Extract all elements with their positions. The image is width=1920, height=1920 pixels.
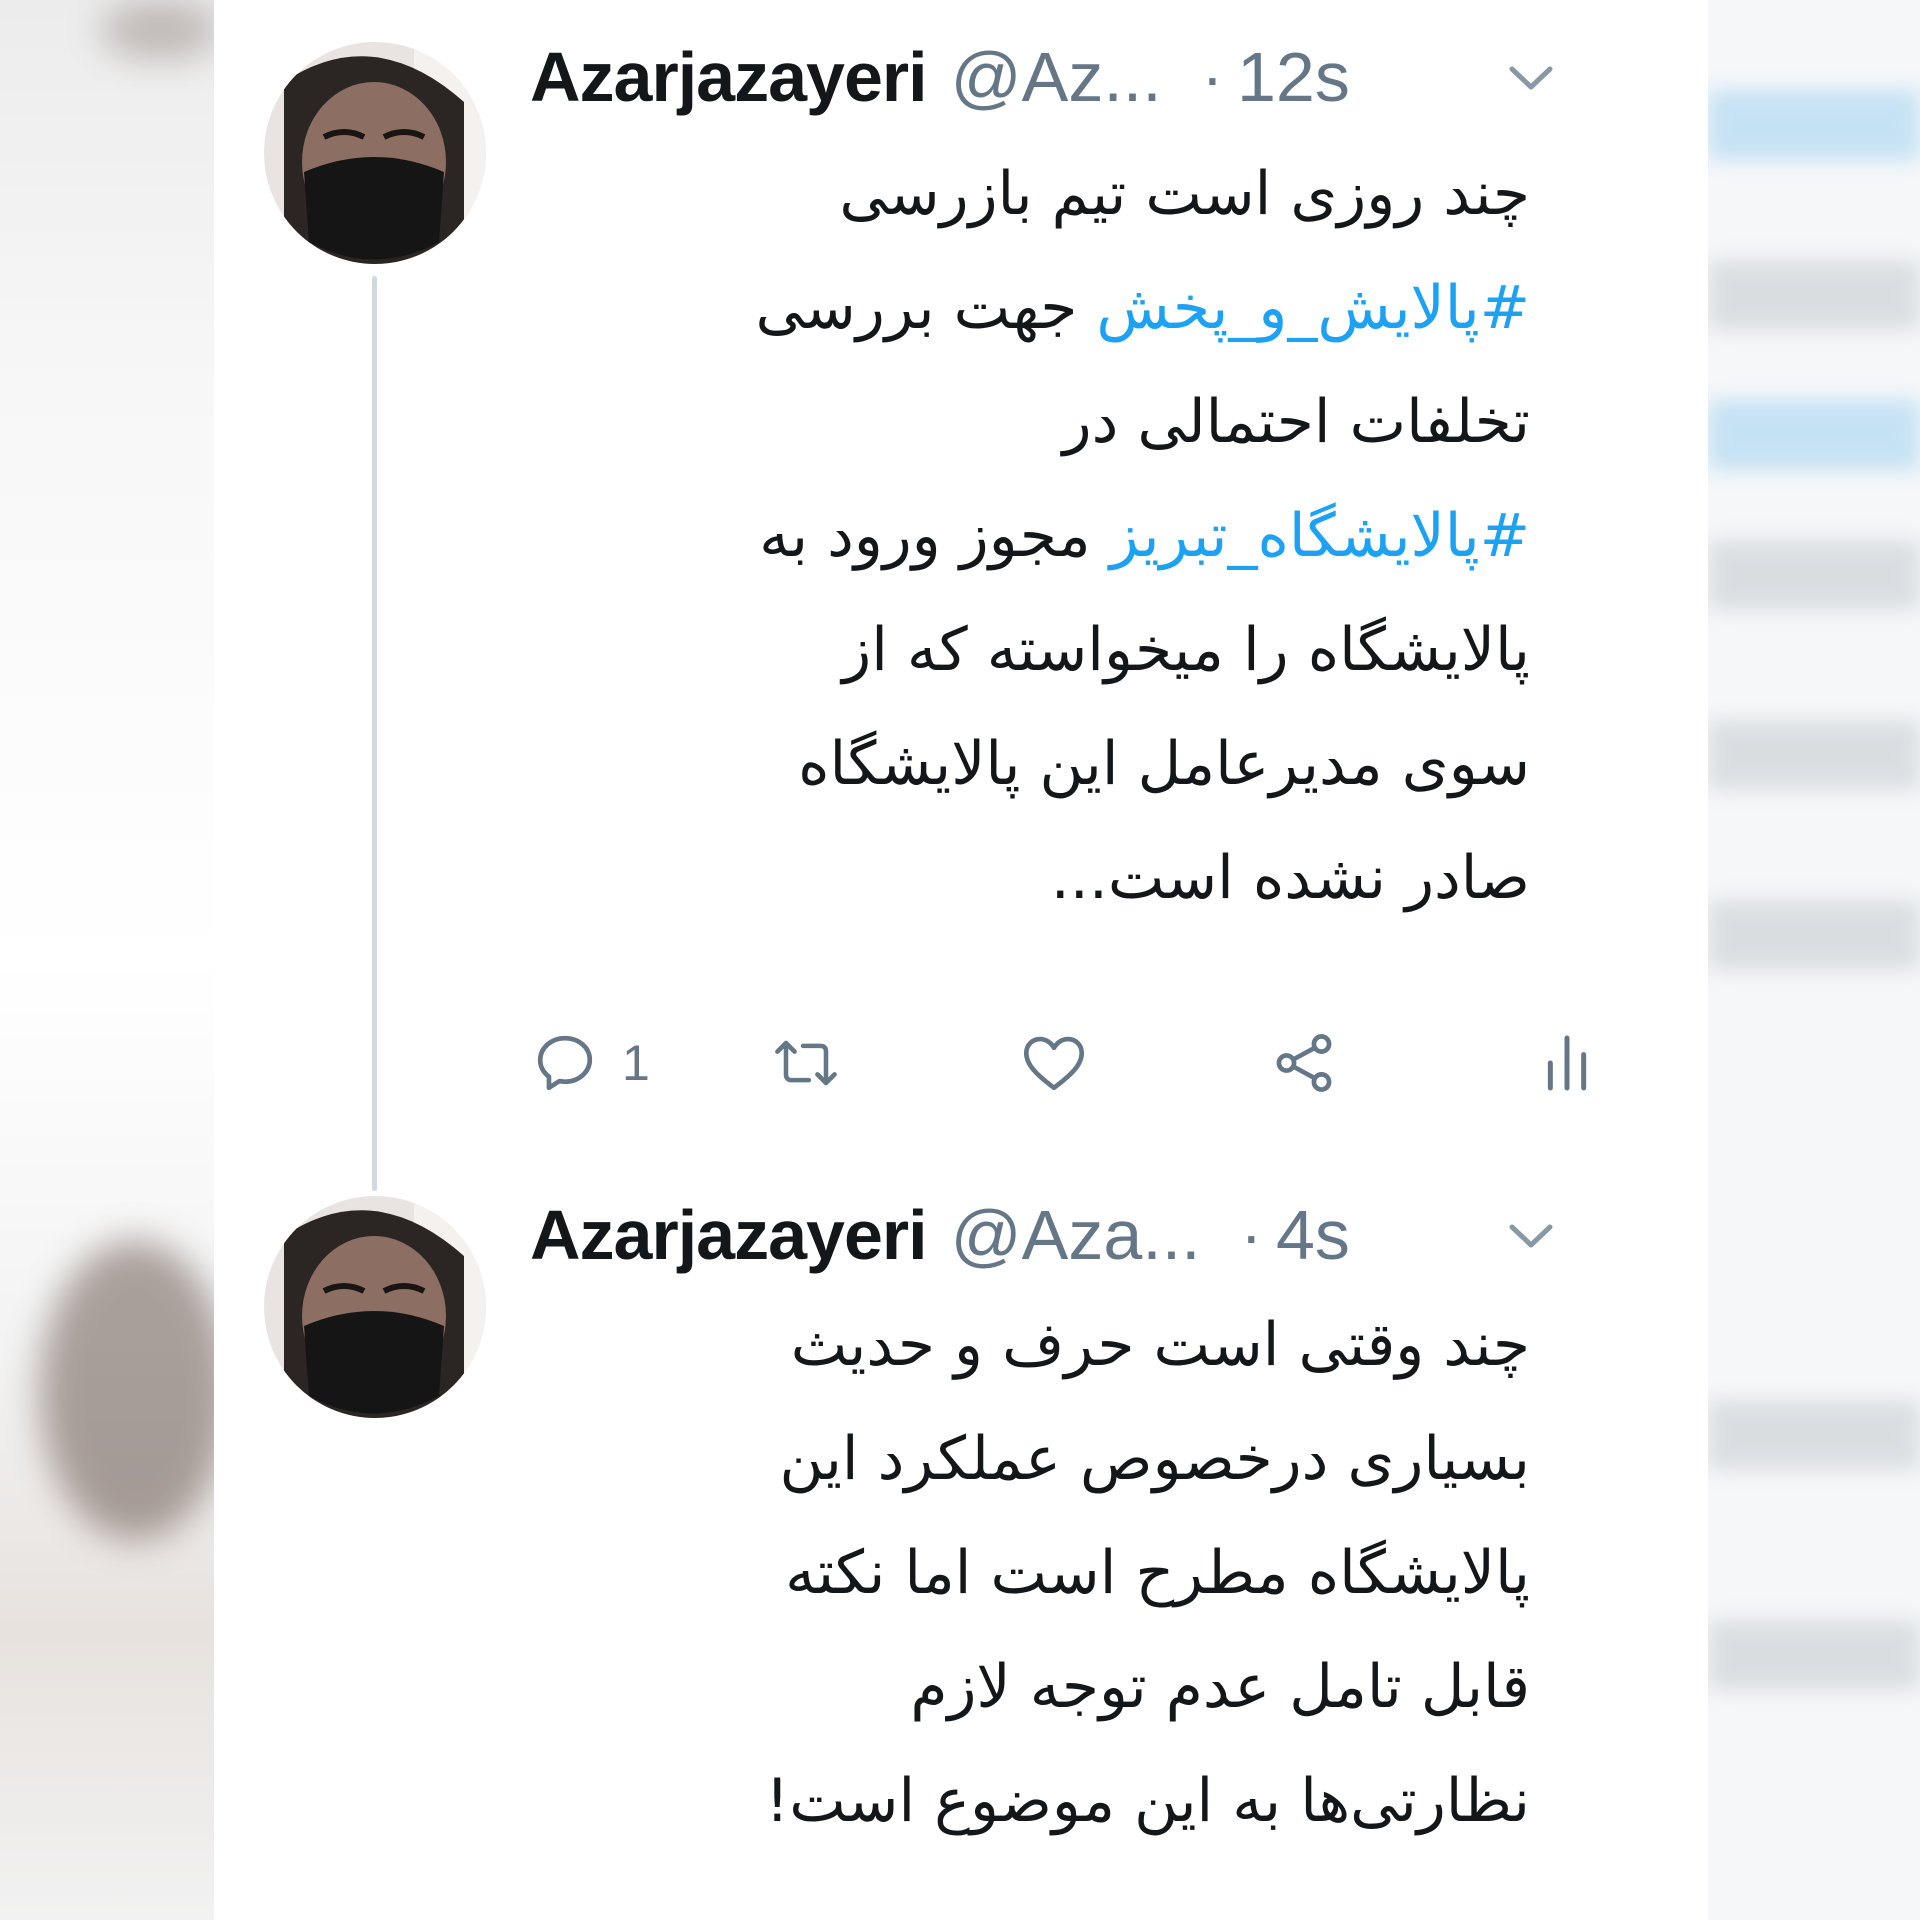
user-handle[interactable]: @Aza...: [951, 1195, 1201, 1275]
display-name[interactable]: Azarjazayeri: [530, 1195, 928, 1275]
reply-button[interactable]: 1: [530, 1023, 650, 1103]
blurred-band: [1708, 260, 1920, 330]
blurred-background-left: [0, 0, 230, 1920]
tweet-text-segment: نظارتی‌ها به این موضوع است!: [765, 1766, 1530, 1836]
reply-icon: [537, 1035, 593, 1091]
hashtag-link[interactable]: #پالایشگاه_تبریز: [1110, 501, 1530, 571]
tweet-text-line: چند وقتی است حرف و حدیث: [530, 1288, 1530, 1402]
reply-count: 1: [622, 1035, 650, 1091]
blurred-shape: [100, 0, 220, 60]
tweet-text-segment: تخلفات احتمالی در: [1062, 387, 1530, 457]
blurred-band: [1708, 900, 1920, 970]
tweet-text: چند روزی است تیم بازرسی #پالایش_و_پخش جهت…: [530, 137, 1530, 935]
retweet-icon: [775, 1040, 837, 1086]
avatar[interactable]: [264, 42, 486, 264]
share-icon: [1276, 1034, 1332, 1092]
tweet-text-segment: بسیاری درخصوص عملکرد این: [779, 1424, 1530, 1494]
tweet-text-line: نظارتی‌ها به این موضوع است!: [530, 1744, 1530, 1858]
tweet-text-line: بسیاری درخصوص عملکرد این: [530, 1402, 1530, 1516]
blurred-band: [1708, 720, 1920, 790]
analytics-button[interactable]: [1542, 1023, 1592, 1103]
avatar-image: [264, 42, 486, 264]
tweet-text-line: چند روزی است تیم بازرسی: [530, 137, 1530, 251]
retweet-button[interactable]: [766, 1023, 846, 1103]
tweet-text-segment: پالایشگاه را میخواسته که از: [842, 615, 1530, 685]
tweet-text-line: قابل تامل عدم توجه لازم: [530, 1630, 1530, 1744]
tweet-text-segment: سوی مدیرعامل این پالایشگاه: [798, 729, 1530, 799]
share-button[interactable]: [1268, 1023, 1340, 1103]
tweet-thread: Azarjazayeri @Az... · 12s چند روزی است ت…: [214, 0, 1708, 1920]
display-name[interactable]: Azarjazayeri: [530, 37, 928, 117]
hashtag-link[interactable]: #پالایش_و_پخش: [1096, 273, 1530, 343]
tweet-text-segment: صادر نشده است...: [1050, 843, 1530, 913]
tweet-text-segment: جهت بررسی: [755, 273, 1097, 343]
blurred-shape: [40, 1240, 230, 1540]
timestamp[interactable]: 12s: [1237, 37, 1350, 117]
tweet-text-segment: چند وقتی است حرف و حدیث: [790, 1310, 1530, 1380]
chevron-down-icon[interactable]: [1506, 1215, 1556, 1255]
separator-dot: ·: [1201, 41, 1223, 113]
analytics-icon: [1547, 1035, 1587, 1091]
chevron-down-icon[interactable]: [1506, 57, 1556, 97]
tweet-text-line: تخلفات احتمالی در: [530, 365, 1530, 479]
separator-dot: ·: [1240, 1199, 1262, 1271]
tweet-text-segment: قابل تامل عدم توجه لازم: [910, 1652, 1530, 1722]
thread-connector-line: [372, 276, 377, 1191]
blurred-band: [1708, 1620, 1920, 1690]
tweet-text: چند وقتی است حرف و حدیث بسیاری درخصوص عمل…: [530, 1288, 1530, 1858]
blurred-background-right: [1708, 0, 1920, 1920]
tweet-text-line: #پالایش_و_پخش جهت بررسی: [530, 251, 1530, 365]
like-button[interactable]: [1018, 1023, 1090, 1103]
tweet-text-line: #پالایشگاه_تبریز مجوز ورود به: [530, 479, 1530, 593]
blurred-band: [1708, 540, 1920, 610]
blurred-band: [1708, 400, 1920, 470]
tweet-actions: 1: [530, 1023, 1630, 1103]
like-icon: [1023, 1036, 1085, 1091]
tweet-text-segment: مجوز ورود به: [759, 501, 1110, 571]
tweet-text-segment: چند روزی است تیم بازرسی: [839, 159, 1530, 229]
tweet-header: Azarjazayeri @Az... · 12s: [530, 32, 1576, 122]
avatar[interactable]: [264, 1196, 486, 1418]
avatar-image: [264, 1196, 486, 1418]
tweet-text-segment: پالایشگاه مطرح است اما نکته: [785, 1538, 1530, 1608]
user-handle[interactable]: @Az...: [951, 37, 1162, 117]
tweet-text-line: پالایشگاه را میخواسته که از: [530, 593, 1530, 707]
tweet-text-line: سوی مدیرعامل این پالایشگاه: [530, 707, 1530, 821]
blurred-band: [1708, 1400, 1920, 1470]
tweet-text-line: صادر نشده است...: [530, 821, 1530, 935]
tweet-text-line: پالایشگاه مطرح است اما نکته: [530, 1516, 1530, 1630]
tweet-header: Azarjazayeri @Aza... · 4s: [530, 1190, 1576, 1280]
blurred-band: [1708, 90, 1920, 160]
timestamp[interactable]: 4s: [1276, 1195, 1350, 1275]
